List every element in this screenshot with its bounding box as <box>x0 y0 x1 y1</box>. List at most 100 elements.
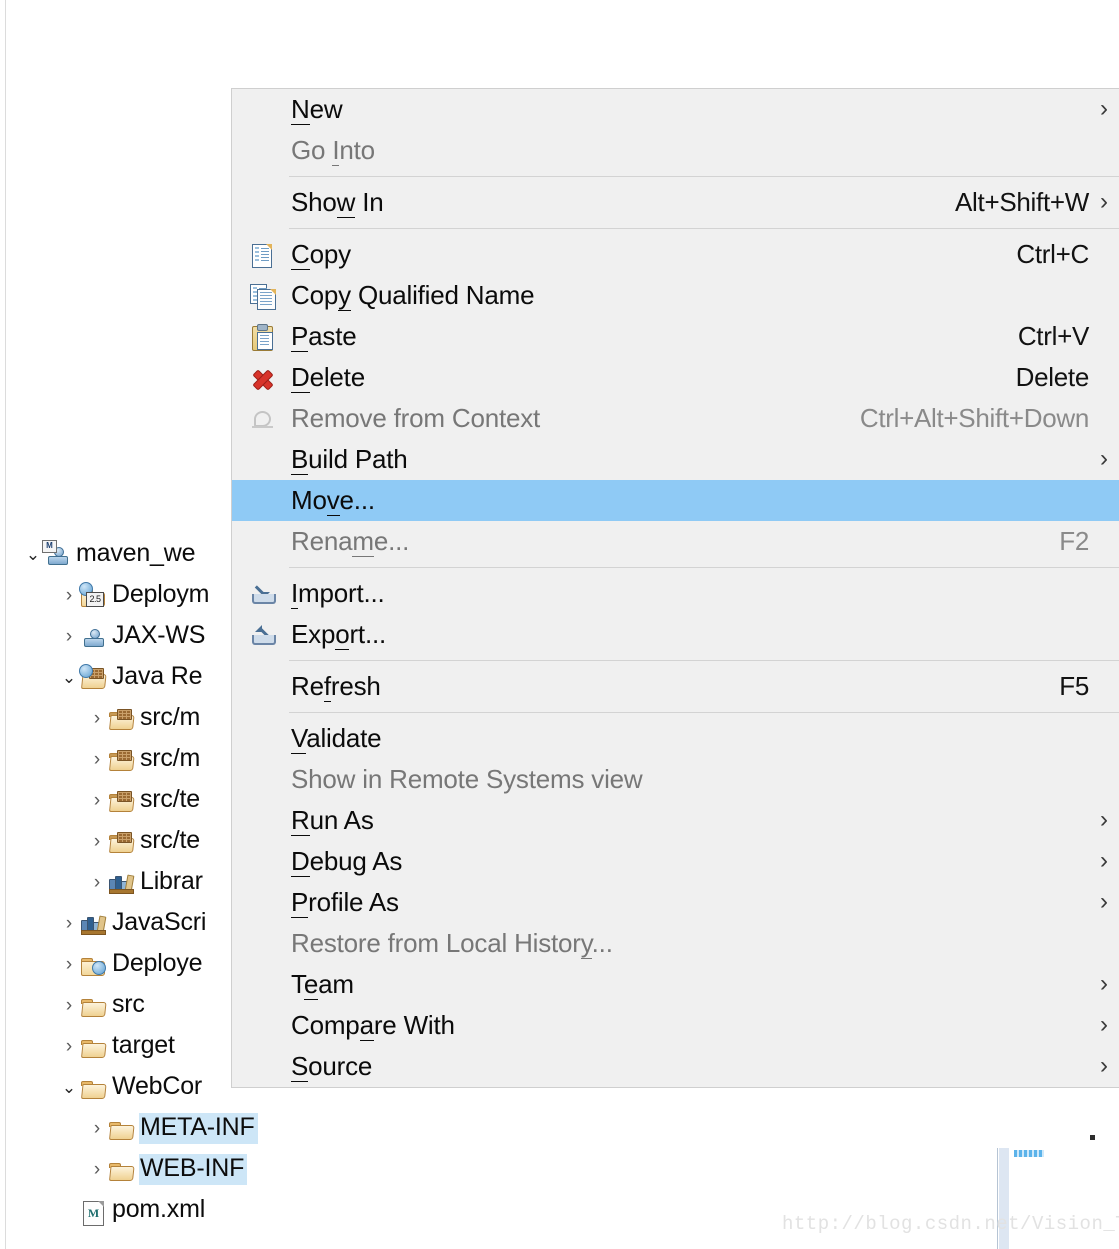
chevron-right-icon[interactable]: › <box>58 955 80 974</box>
submenu-placeholder-icon: › <box>1089 529 1119 555</box>
menu-item-import[interactable]: Import... › <box>232 573 1119 614</box>
menu-item-label: Build Path <box>291 443 408 475</box>
tree-item-librar[interactable]: › Librar <box>86 862 206 903</box>
tree-item-target[interactable]: › target <box>58 1026 178 1067</box>
menu-item-copy-qualified-name[interactable]: Copy Qualified Name › <box>232 275 1119 316</box>
menu-item-label: Source <box>291 1050 373 1082</box>
menu-item-profile-as[interactable]: Profile As › <box>232 882 1119 923</box>
jax-ws-web-services-icon <box>82 628 104 647</box>
tree-left-border <box>5 0 6 1249</box>
menu-item-team[interactable]: Team › <box>232 964 1119 1005</box>
chevron-down-icon[interactable]: ⌄ <box>58 1079 80 1096</box>
chevron-right-icon[interactable]: › <box>1089 848 1119 875</box>
chevron-right-icon[interactable]: › <box>1089 1053 1119 1080</box>
chevron-down-icon[interactable]: ⌄ <box>58 669 80 686</box>
chevron-right-icon[interactable]: › <box>58 914 80 933</box>
chevron-right-icon[interactable]: › <box>1089 889 1119 916</box>
menu-item-delete[interactable]: DeleteDelete› <box>232 357 1119 398</box>
tree-item-deploye[interactable]: › Deploye <box>58 944 205 985</box>
menu-item-label: Show in Remote Systems view <box>291 763 643 794</box>
tree-item-src-m[interactable]: › src/m <box>86 739 203 780</box>
tree-item-pom-xml[interactable]: pom.xml <box>58 1190 208 1231</box>
menu-item-label: Restore from Local History... <box>291 927 613 959</box>
tree-item-src-te[interactable]: › src/te <box>86 780 203 821</box>
chevron-right-icon[interactable]: › <box>86 1119 108 1138</box>
menu-item-export[interactable]: Export... › <box>232 614 1119 655</box>
chevron-right-icon[interactable]: › <box>86 873 108 892</box>
folder-icon <box>80 994 106 1018</box>
menu-item-label: Compare With <box>291 1009 455 1041</box>
chevron-right-icon[interactable]: › <box>1089 446 1119 473</box>
tree-item-label: src <box>112 990 145 1018</box>
chevron-right-icon[interactable]: › <box>58 586 80 605</box>
package-badge-icon <box>117 831 132 843</box>
menu-item-label: Run As <box>291 804 374 836</box>
menu-item-show-in[interactable]: Show In Alt+Shift+W › <box>232 182 1119 223</box>
chevron-down-icon[interactable]: ⌄ <box>22 546 44 563</box>
tree-item-meta-inf[interactable]: › META-INF <box>86 1108 258 1149</box>
chevron-right-icon[interactable]: › <box>58 1037 80 1056</box>
menu-item-copy[interactable]: Copy Ctrl+C› <box>232 234 1119 275</box>
menu-item-paste[interactable]: Paste Ctrl+V› <box>232 316 1119 357</box>
chevron-right-icon[interactable]: › <box>86 709 108 728</box>
tree-item-label: Deploye <box>112 949 203 977</box>
tree-item-javascri[interactable]: › JavaScri <box>58 903 209 944</box>
menu-item-source[interactable]: Source › <box>232 1046 1119 1087</box>
chevron-right-icon[interactable]: › <box>1089 1012 1119 1039</box>
maven-pom-file-icon <box>83 1200 104 1226</box>
menu-item-label: Go Into <box>291 134 375 166</box>
tree-item-label: META-INF <box>139 1113 258 1144</box>
jax-ws-web-services-icon <box>80 625 106 649</box>
tree-item-webcor[interactable]: ⌄ WebCor <box>58 1067 205 1108</box>
tree-item-label: Deploym <box>112 580 210 608</box>
menu-separator <box>289 712 1119 713</box>
menu-item-new[interactable]: New › <box>232 89 1119 130</box>
submenu-placeholder-icon: › <box>1089 726 1119 752</box>
submenu-placeholder-icon: › <box>1089 138 1119 164</box>
menu-item-build-path[interactable]: Build Path › <box>232 439 1119 480</box>
menu-item-compare-with[interactable]: Compare With › <box>232 1005 1119 1046</box>
chevron-right-icon[interactable]: › <box>1089 189 1119 216</box>
tree-item-label: JAX-WS <box>112 621 206 649</box>
tree-item-label: Librar <box>140 867 203 895</box>
chevron-right-icon[interactable]: › <box>1089 807 1119 834</box>
tree-item-jax-ws[interactable]: › JAX-WS <box>58 616 208 657</box>
folder-icon <box>108 1117 134 1141</box>
menu-item-move[interactable]: Move... › <box>232 480 1119 521</box>
editor-marker-dot <box>1090 1135 1095 1140</box>
tree-item-web-inf[interactable]: › WEB-INF <box>86 1149 248 1190</box>
editor-tab-marker[interactable] <box>1014 1150 1044 1157</box>
chevron-right-icon[interactable]: › <box>58 627 80 646</box>
tree-item-src-te[interactable]: › src/te <box>86 821 203 862</box>
maven-web-project-icon: M <box>42 539 70 567</box>
package-badge-icon <box>117 749 132 761</box>
menu-item-run-as[interactable]: Run As › <box>232 800 1119 841</box>
chevron-right-icon[interactable]: › <box>86 1160 108 1179</box>
chevron-right-icon[interactable]: › <box>86 750 108 769</box>
menu-item-label: Copy Qualified Name <box>291 279 535 311</box>
project-context-menu[interactable]: New›Go Into›Show InAlt+Shift+W›CopyCtrl+… <box>231 88 1119 1088</box>
chevron-right-icon[interactable]: › <box>1089 971 1119 998</box>
menu-item-debug-as[interactable]: Debug As › <box>232 841 1119 882</box>
tree-item-java-re[interactable]: ⌄ Java Re <box>58 657 205 698</box>
tree-item-label: maven_we <box>76 539 196 567</box>
watermark-url: http://blog.csdn.net/Vision_Tung <box>782 1213 1119 1235</box>
chevron-right-icon[interactable]: › <box>58 996 80 1015</box>
tree-item-label: Java Re <box>112 662 203 690</box>
menu-item-shortcut: Delete <box>1015 361 1090 392</box>
chevron-right-icon[interactable]: › <box>86 832 108 851</box>
chevron-right-icon[interactable]: › <box>1089 96 1119 123</box>
tree-item-deploym[interactable]: › 2.5 Deploym <box>58 575 212 616</box>
menu-item-refresh[interactable]: Refresh F5› <box>232 666 1119 707</box>
menu-item-label: Show In <box>291 186 384 218</box>
tree-item-maven-we[interactable]: ⌄ Mmaven_we <box>22 534 198 575</box>
tree-item-src-m[interactable]: › src/m <box>86 698 203 739</box>
folder-icon <box>80 1076 106 1100</box>
menu-item-validate[interactable]: Validate › <box>232 718 1119 759</box>
tree-item-label: target <box>112 1031 175 1059</box>
menu-item-label: Export... <box>291 618 387 650</box>
tree-item-src[interactable]: › src <box>58 985 148 1026</box>
folder-icon <box>80 1035 106 1059</box>
chevron-right-icon[interactable]: › <box>86 791 108 810</box>
menu-item-shortcut: F5 <box>1059 670 1089 701</box>
